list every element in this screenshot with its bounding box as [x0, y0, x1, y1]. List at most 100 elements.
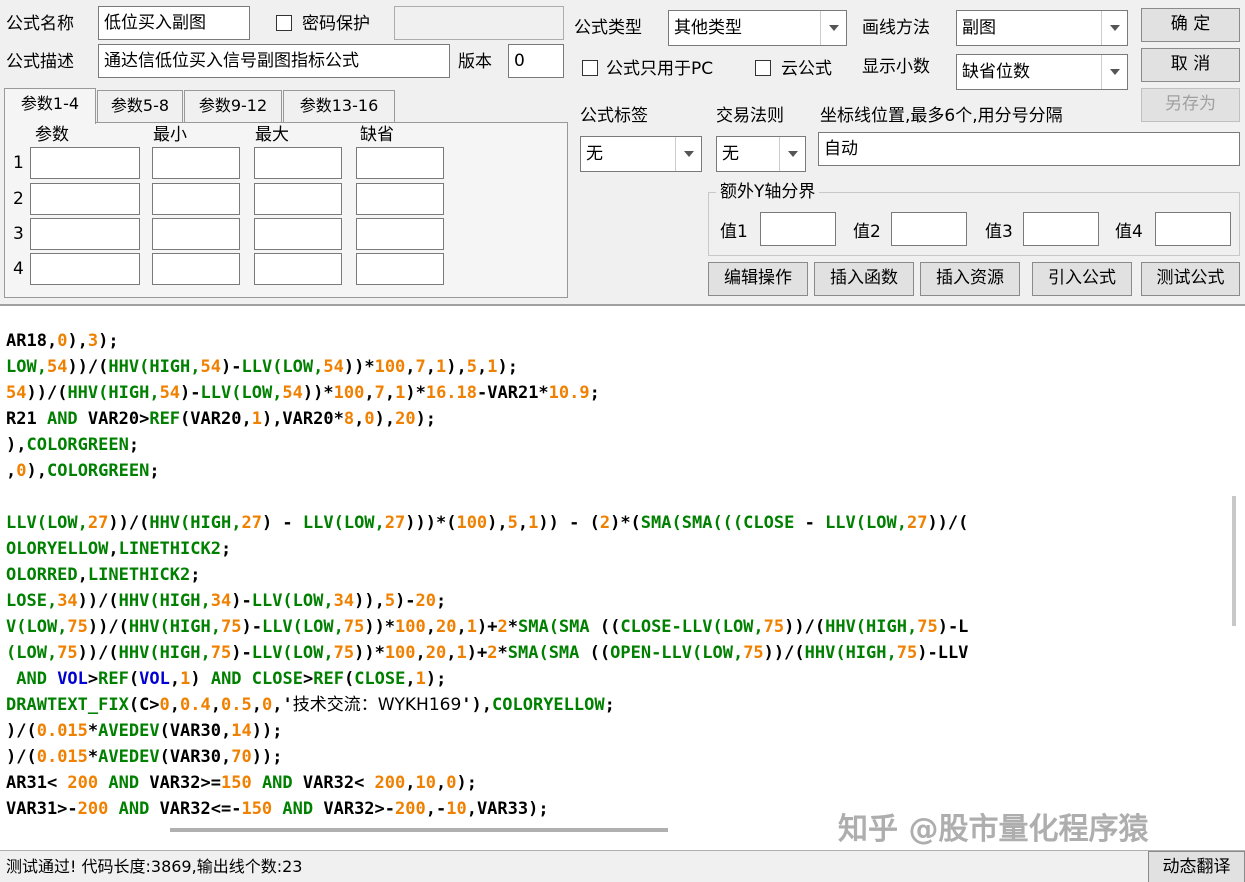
draw-method-select[interactable]: 副图 [956, 10, 1128, 46]
code-token: 200 [374, 773, 406, 793]
code-token: 75 [896, 643, 918, 663]
code-token: 20 [395, 409, 416, 429]
y-value-3-input[interactable] [1023, 212, 1099, 246]
code-token: (VAR20, [180, 409, 252, 429]
param-default-input[interactable] [356, 253, 444, 285]
code-token: AND [251, 773, 293, 793]
password-checkbox[interactable] [276, 15, 292, 31]
test-formula-button[interactable]: 测试公式 [1141, 262, 1240, 296]
code-token: , [210, 695, 222, 715]
insert-resource-button[interactable]: 插入资源 [920, 262, 1020, 296]
decimal-select[interactable]: 缺省位数 [956, 54, 1128, 90]
code-token: ; [190, 565, 201, 585]
param-min-input[interactable] [152, 147, 240, 179]
param-row-num: 4 [13, 259, 24, 279]
param-max-input[interactable] [254, 218, 342, 250]
tab-params-9-12[interactable]: 参数9-12 [184, 90, 282, 122]
chevron-down-icon [820, 11, 846, 45]
code-token: VOL [46, 669, 88, 689]
code-token: LLV(LOW, [241, 357, 324, 377]
insert-function-button[interactable]: 插入函数 [814, 262, 914, 296]
tab-params-13-16[interactable]: 参数13-16 [283, 90, 395, 122]
trade-rule-select[interactable]: 无 [716, 136, 806, 172]
formula-type-select[interactable]: 其他类型 [668, 10, 847, 46]
formula-name-input[interactable]: 低位买入副图 [98, 6, 250, 40]
code-token: 2 [599, 513, 611, 533]
param-name-input[interactable] [30, 253, 140, 285]
code-token: ), [6, 435, 27, 455]
code-token: 0 [446, 773, 457, 793]
code-token: 1 [415, 669, 426, 689]
code-line: LOSE,34))/(HHV(HIGH,34)-LLV(LOW,34)),5)-… [6, 588, 968, 614]
tab-params-5-8[interactable]: 参数5-8 [97, 90, 183, 122]
param-max-input[interactable] [254, 183, 342, 215]
vertical-scrollbar-thumb[interactable] [1232, 496, 1236, 626]
y-value-1-input[interactable] [760, 212, 836, 246]
param-name-input[interactable] [30, 218, 140, 250]
trade-rule-label: 交易法则 [716, 106, 784, 126]
code-token: 7 [374, 383, 385, 403]
formula-desc-input[interactable]: 通达信低位买入信号副图指标公式 [98, 44, 450, 78]
code-token: )- [231, 643, 252, 663]
param-name-input[interactable] [30, 183, 140, 215]
code-token: 75 [67, 617, 88, 637]
code-editor[interactable]: AR18,0),3); LOW,54))/(HHV(HIGH,54)-LLV(LO… [0, 304, 1245, 850]
code-token: OLORYELLOW [6, 539, 109, 559]
code-token: LLV(LOW, [200, 383, 283, 403]
code-token: ) - [261, 513, 303, 533]
param-default-input[interactable] [356, 147, 444, 179]
dynamic-translate-button[interactable]: 动态翻译 [1148, 851, 1245, 882]
code-token: 0 [261, 695, 273, 715]
code-token: HHV(HIGH, [67, 383, 160, 403]
param-min-input[interactable] [152, 253, 240, 285]
formula-type-value: 其他类型 [674, 18, 742, 38]
formula-name-label: 公式名称 [6, 14, 74, 34]
code-token: 16.18 [425, 383, 478, 403]
horizontal-scrollbar-thumb[interactable] [170, 828, 668, 832]
code-token: ))/( [77, 591, 119, 611]
code-token: 100 [395, 617, 426, 637]
code-token: , [456, 617, 467, 637]
param-max-input[interactable] [254, 253, 342, 285]
code-token: VAR20> [77, 409, 150, 429]
code-token: ))/( [763, 643, 805, 663]
code-token: CLOSE [743, 513, 795, 533]
code-token: )- [231, 591, 252, 611]
code-token: 20 [436, 617, 457, 637]
pc-only-checkbox[interactable] [582, 60, 598, 76]
cancel-button[interactable]: 取 消 [1141, 48, 1240, 82]
code-token: ); [456, 773, 477, 793]
param-min-input[interactable] [152, 218, 240, 250]
code-text: AR18,0),3); LOW,54))/(HHV(HIGH,54)-LLV(LO… [6, 328, 968, 822]
code-token: 54 [282, 383, 303, 403]
code-token: ))/( [87, 617, 129, 637]
param-min-input[interactable] [152, 183, 240, 215]
edit-ops-button[interactable]: 编辑操作 [708, 262, 808, 296]
code-token: CLOSE [354, 669, 406, 689]
version-input[interactable]: 0 [508, 44, 564, 78]
import-formula-button[interactable]: 引入公式 [1032, 262, 1132, 296]
code-token: (VAR30, [159, 721, 232, 741]
param-name-input[interactable] [30, 147, 140, 179]
y-value-2-input[interactable] [891, 212, 967, 246]
code-token: , [405, 669, 416, 689]
ok-button[interactable]: 确 定 [1141, 8, 1240, 42]
code-token: 200 [67, 773, 99, 793]
tab-params-1-4[interactable]: 参数1-4 [4, 88, 96, 124]
code-token: )) - ( [538, 513, 600, 533]
code-token: ); [415, 409, 437, 429]
tag-select[interactable]: 无 [580, 136, 702, 172]
code-token: 70 [231, 747, 252, 767]
param-default-input[interactable] [356, 218, 444, 250]
code-token: V(LOW, [6, 617, 68, 637]
axis-position-input[interactable]: 自动 [818, 132, 1240, 166]
y-value-4-input[interactable] [1155, 212, 1231, 246]
code-token: 150 [220, 773, 252, 793]
code-token: ; [604, 695, 615, 715]
code-token: * [87, 747, 99, 767]
param-default-input[interactable] [356, 183, 444, 215]
cloud-formula-checkbox[interactable] [755, 60, 771, 76]
param-max-input[interactable] [254, 147, 342, 179]
code-token: ))* [343, 357, 375, 377]
